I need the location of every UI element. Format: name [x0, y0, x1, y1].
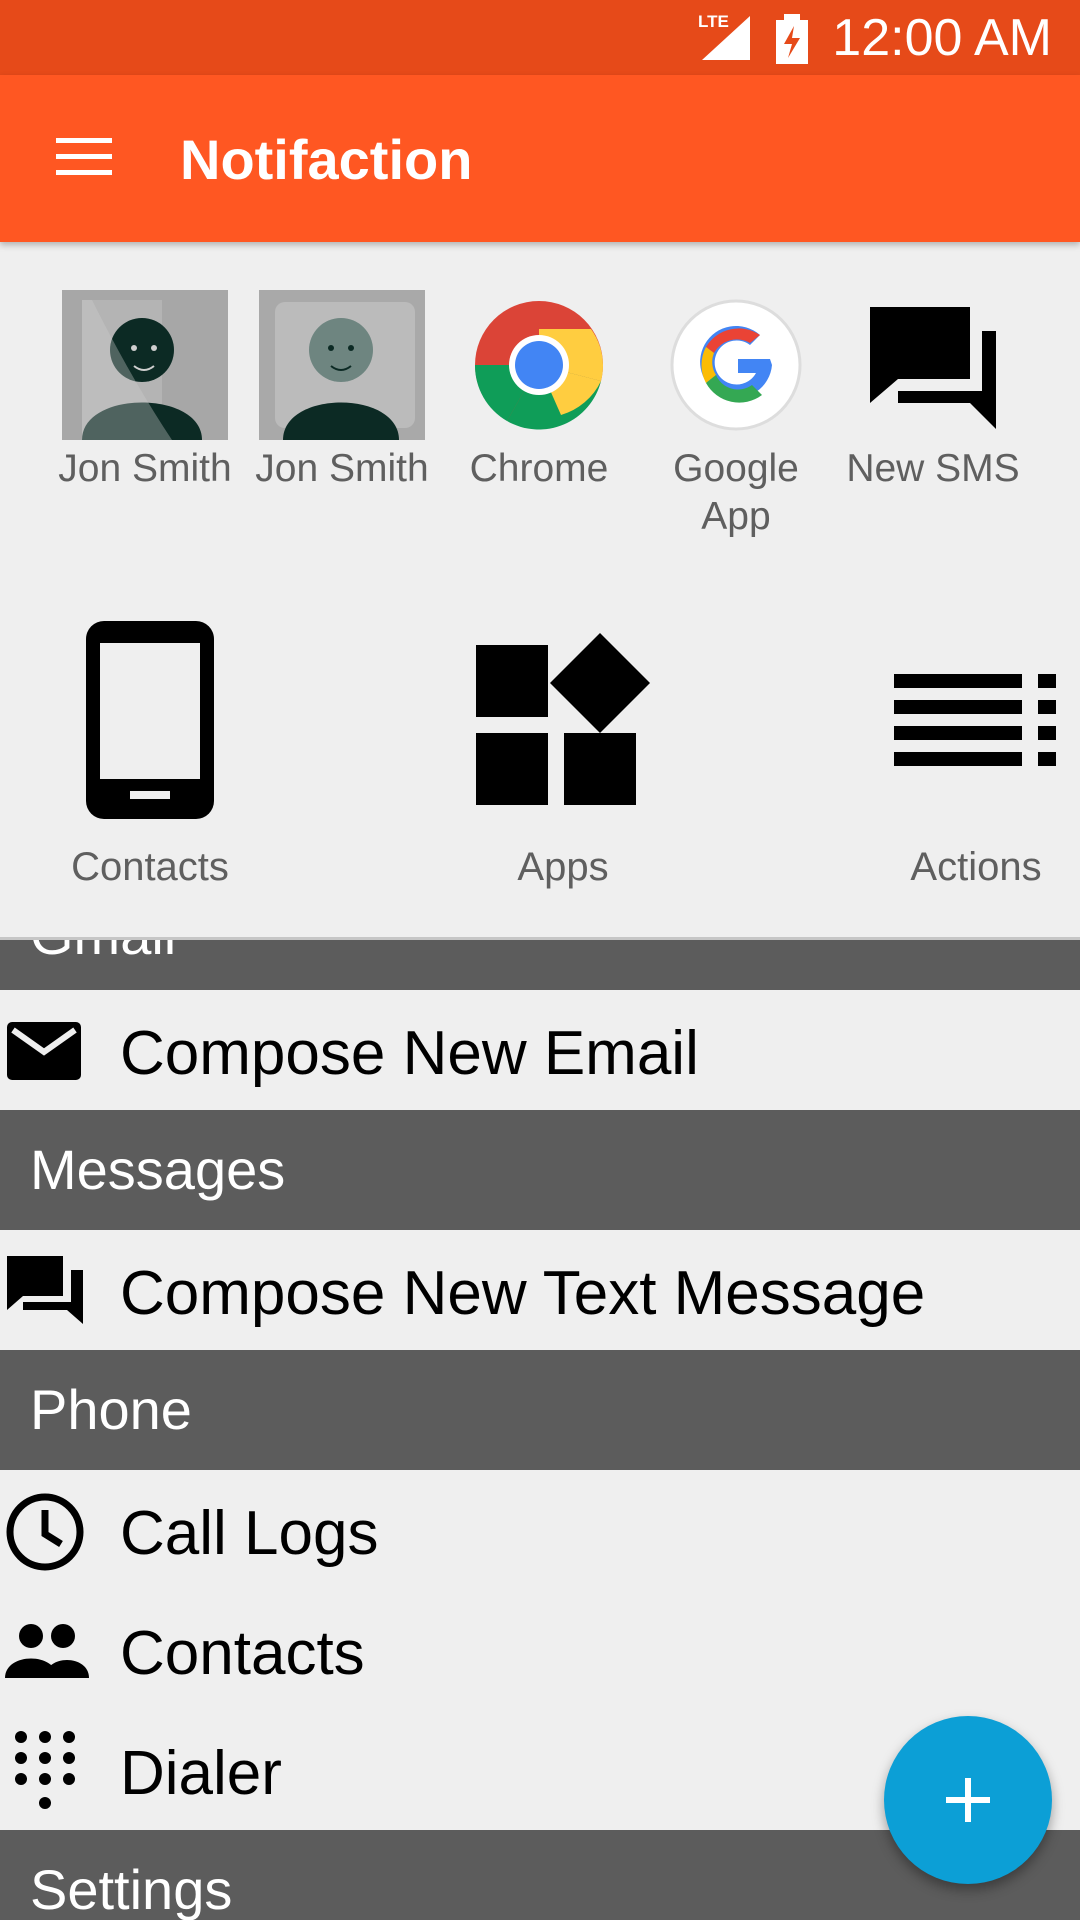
list-icon [894, 673, 1056, 766]
google-icon [670, 299, 802, 431]
dialpad-icon [15, 1731, 75, 1809]
app-title: Notifaction [180, 128, 473, 191]
list-item-compose-text[interactable]: Compose New Text Message [0, 1230, 1080, 1350]
section-title: Phone [30, 1378, 192, 1441]
plus-icon [946, 1778, 990, 1822]
section-header-gmail: Gmail [0, 940, 1080, 990]
item-label: Dialer [120, 1739, 282, 1808]
apps-icon [476, 632, 650, 805]
contact-avatar-icon [259, 290, 425, 440]
item-label: Contacts [120, 1619, 365, 1688]
chat-icon [7, 1256, 83, 1324]
category-contacts[interactable]: Contacts [20, 612, 280, 890]
category-label: Contacts [71, 845, 229, 889]
menu-icon[interactable] [54, 132, 114, 180]
section-title: Messages [30, 1138, 286, 1201]
item-label: Compose New Email [120, 1019, 699, 1088]
category-apps[interactable]: Apps [433, 612, 693, 890]
list-item-compose-email[interactable]: Compose New Email [0, 990, 1080, 1110]
category-actions[interactable]: Actions [846, 612, 1080, 890]
favorite-label: Jon Smith [255, 447, 429, 490]
item-label: Compose New Text Message [120, 1259, 926, 1328]
app-bar: Notifaction [0, 75, 1080, 242]
list-item-contacts[interactable]: Contacts [0, 1590, 1080, 1710]
chat-icon [870, 307, 996, 429]
favorite-label: Chrome [469, 447, 609, 490]
favorite-google-app[interactable]: Google App [646, 290, 826, 541]
status-time: 12:00 AM [832, 9, 1052, 67]
favorite-label: New SMS [846, 447, 1020, 490]
list-item-call-logs[interactable]: Call Logs [0, 1470, 1080, 1590]
favorite-chrome[interactable]: Chrome [449, 290, 629, 493]
item-label: Call Logs [120, 1499, 379, 1568]
battery-charging-icon [776, 14, 808, 64]
section-header-messages: Messages [0, 1110, 1080, 1230]
section-title: Settings [30, 1858, 233, 1920]
chrome-icon [474, 301, 604, 430]
people-icon [5, 1624, 89, 1678]
add-fab-button[interactable] [884, 1716, 1052, 1884]
favorite-contact-2[interactable]: Jon Smith [252, 290, 432, 493]
favorite-new-sms[interactable]: New SMS [843, 290, 1023, 493]
phone-icon [86, 620, 214, 819]
favorite-label: Google App [673, 447, 799, 538]
section-title: Gmail [30, 940, 176, 967]
contact-avatar-icon [62, 290, 228, 440]
status-bar: LTE 12:00 AM [0, 0, 1080, 75]
signal-icon [702, 16, 750, 60]
favorite-label: Jon Smith [58, 447, 232, 490]
category-label: Actions [910, 845, 1042, 889]
category-label: Apps [517, 845, 609, 889]
email-icon [7, 1022, 81, 1080]
section-header-phone: Phone [0, 1350, 1080, 1470]
clock-icon [6, 1493, 84, 1571]
favorite-contact-1[interactable]: Jon Smith [55, 290, 235, 493]
